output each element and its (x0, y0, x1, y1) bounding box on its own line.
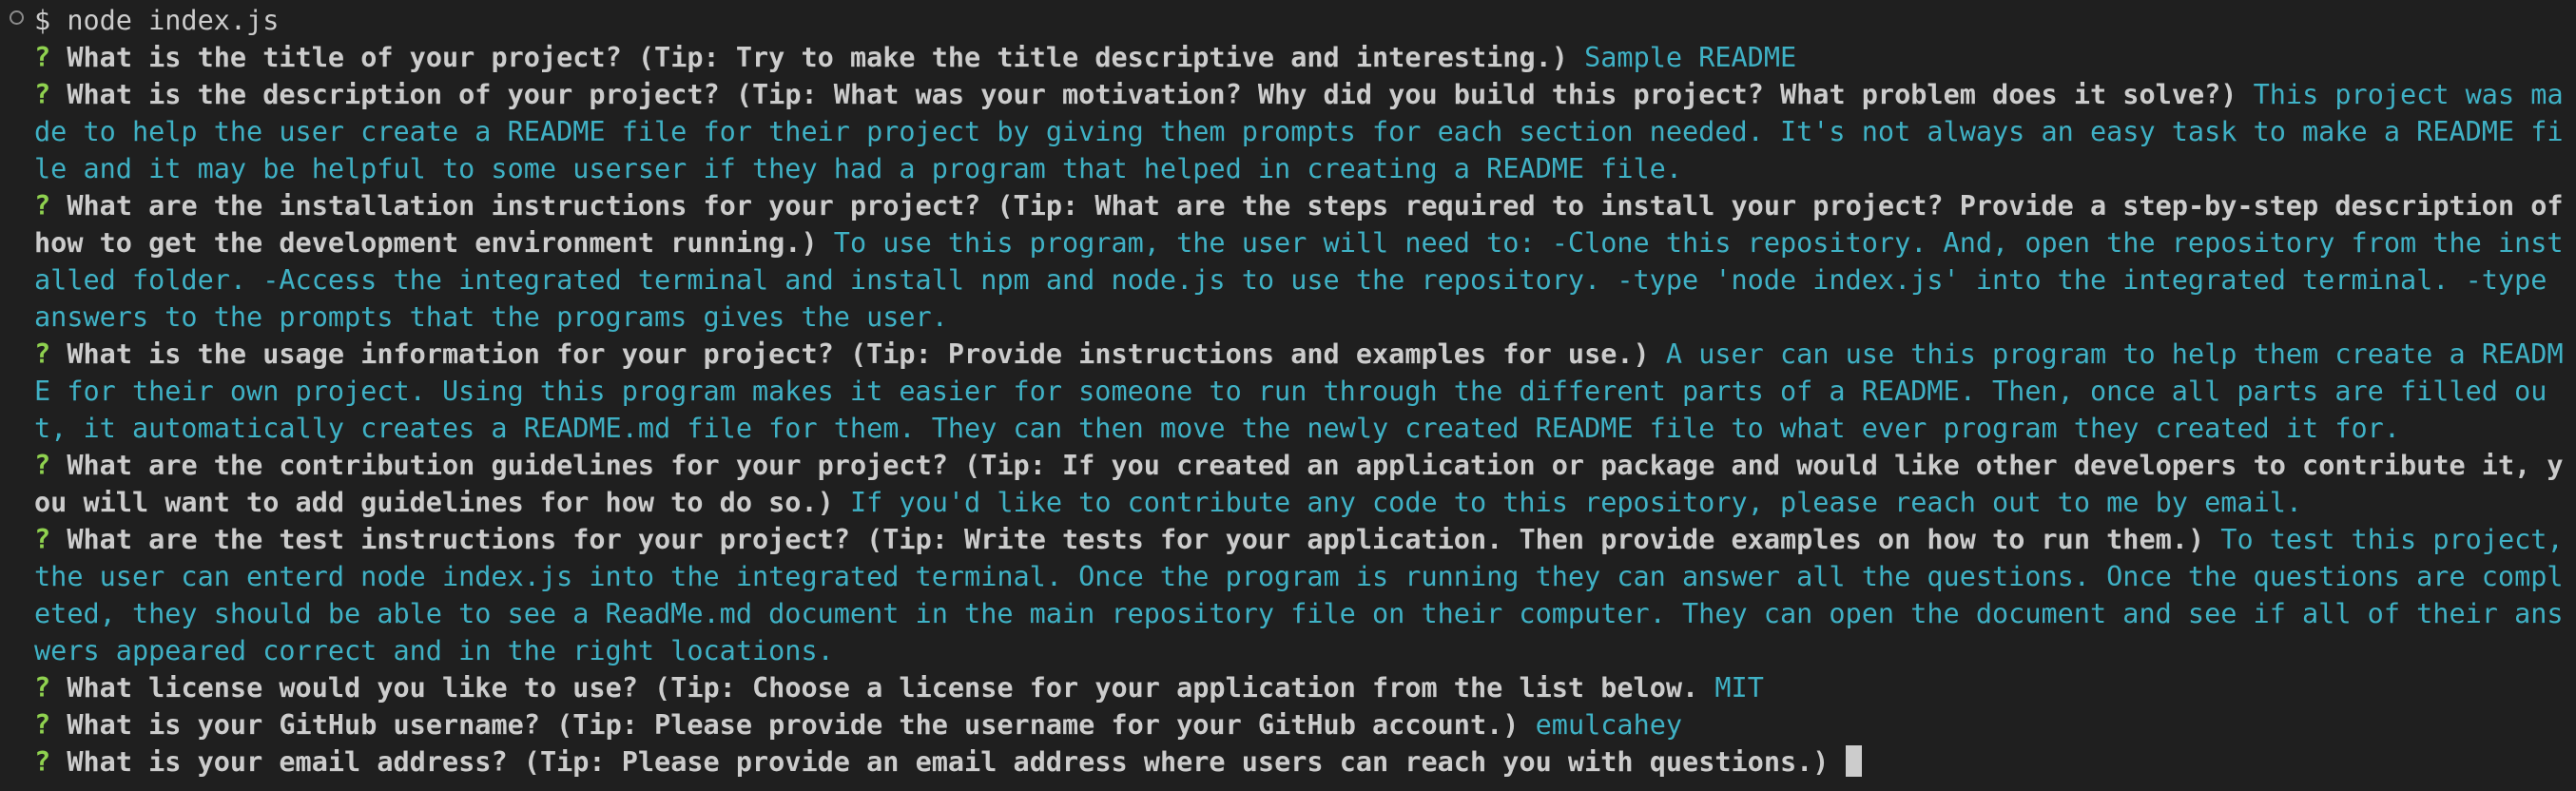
question-mark-icon: ? (34, 746, 51, 778)
prompt-question: What are the test instructions for your … (67, 524, 2205, 555)
command-status-gutter (8, 2, 34, 39)
prompt-line-license: ? What license would you like to use? (T… (8, 669, 2576, 706)
prompt-line-contribution: ? What are the contribution guidelines f… (8, 447, 2576, 521)
prompt-line-title: ? What is the title of your project? (Ti… (8, 39, 2576, 76)
prompt-line-tests: ? What are the test instructions for you… (8, 521, 2576, 669)
prompt-answer: emulcahey (1535, 709, 1683, 741)
prompt-line-usage: ? What is the usage information for your… (8, 336, 2576, 447)
prompt-line-github: ? What is your GitHub username? (Tip: Pl… (8, 706, 2576, 743)
terminal-cursor[interactable] (1845, 745, 1862, 777)
question-mark-icon: ? (34, 190, 51, 222)
question-mark-icon: ? (34, 79, 51, 110)
prompt-question: What is your email address? (Tip: Please… (67, 746, 1830, 778)
prompt-line-description: ? What is the description of your projec… (8, 76, 2576, 187)
command-line: $ node index.js (8, 2, 2576, 39)
question-mark-icon: ? (34, 42, 51, 73)
prompt-line-installation: ? What are the installation instructions… (8, 187, 2576, 336)
command-text: $ node index.js (34, 5, 280, 36)
question-mark-icon: ? (34, 672, 51, 704)
prompt-answer: If you'd like to contribute any code to … (849, 487, 2303, 518)
prompt-question: What is the usage information for your p… (67, 338, 1650, 370)
question-mark-icon: ? (34, 338, 51, 370)
prompt-question: What is the title of your project? (Tip:… (67, 42, 1568, 73)
prompt-answer: MIT (1714, 672, 1764, 704)
prompt-line-email: ? What is your email address? (Tip: Plea… (8, 743, 2576, 781)
question-mark-icon: ? (34, 524, 51, 555)
circle-outline-icon[interactable] (10, 10, 24, 25)
prompt-question: What license would you like to use? (Tip… (67, 672, 1699, 704)
prompt-question: What is your GitHub username? (Tip: Plea… (67, 709, 1520, 741)
terminal-output[interactable]: $ node index.js ? What is the title of y… (0, 0, 2576, 791)
question-mark-icon: ? (34, 709, 51, 741)
prompt-question: What is the description of your project?… (67, 79, 2237, 110)
question-mark-icon: ? (34, 450, 51, 481)
prompt-answer: Sample README (1584, 42, 1797, 73)
